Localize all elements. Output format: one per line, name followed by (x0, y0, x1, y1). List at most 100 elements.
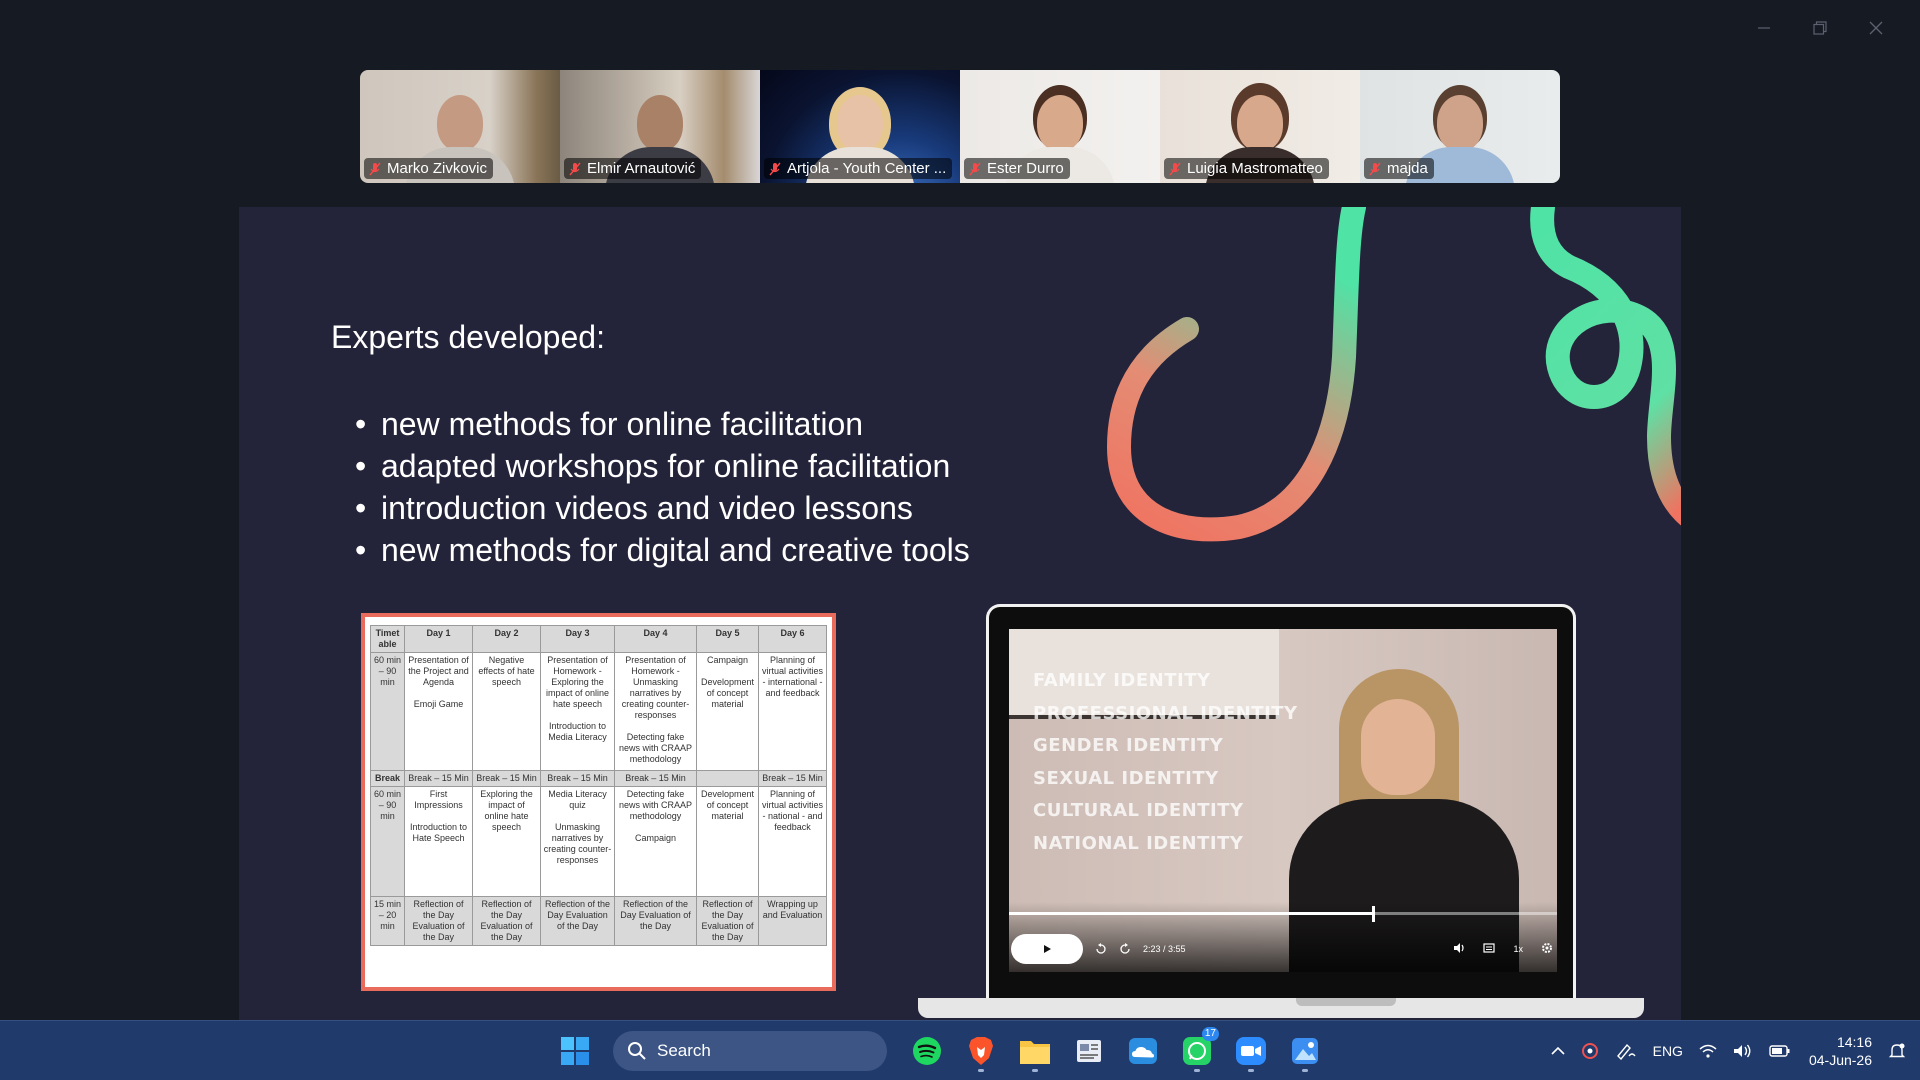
timetable-cell: Presentation of Homework - Unmasking nar… (614, 652, 697, 771)
timetable-row: Break Break – 15 Min Break – 15 Min Brea… (370, 770, 827, 787)
play-button[interactable] (1011, 934, 1083, 964)
muted-mic-icon (768, 162, 782, 176)
window-controls (1736, 14, 1904, 42)
timetable-cell: Reflection of the Day Evaluation of the … (404, 896, 473, 946)
rewind-button[interactable] (1095, 943, 1107, 955)
timetable-cell: Break – 15 Min (472, 770, 541, 787)
whatsapp-app[interactable]: 17 (1175, 1027, 1219, 1073)
timetable-row: 15 min – 20 min Reflection of the Day Ev… (370, 896, 827, 946)
timetable-cell: Reflection of the Day Evaluation of the … (472, 896, 541, 946)
bullet-list: new methods for online facilitation adap… (355, 403, 970, 571)
timetable-cell: Reflection of the Day Evaluation of the … (614, 896, 697, 946)
muted-mic-icon (1368, 162, 1382, 176)
playback-speed[interactable]: 1x (1513, 944, 1523, 954)
participant-tile[interactable]: Artjola - Youth Center ... (760, 70, 960, 183)
close-button[interactable] (1848, 14, 1904, 42)
video-scrubber[interactable] (1372, 906, 1376, 922)
timetable-row: 60 min – 90 min First Impressions Introd… (370, 786, 827, 897)
presenter (1361, 699, 1435, 795)
play-icon (1044, 945, 1051, 953)
folder-icon (1020, 1041, 1050, 1064)
forward-icon (1120, 943, 1130, 954)
clock[interactable]: 14:16 04-Jun-26 (1809, 1033, 1872, 1069)
onedrive-app[interactable] (1121, 1029, 1165, 1073)
brave-icon (969, 1037, 993, 1065)
spotify-app[interactable] (905, 1029, 949, 1073)
start-button[interactable] (553, 1029, 597, 1073)
settings-icon[interactable] (1541, 942, 1553, 957)
timetable-cell: Break – 15 Min (758, 770, 827, 787)
participant-tile[interactable]: Elmir Arnautović (560, 70, 760, 183)
minimize-icon (1758, 27, 1770, 29)
participant-name-tag: Marko Zivkovic (364, 158, 494, 179)
volume-tray-icon[interactable] (1733, 1043, 1753, 1059)
bullet-item: new methods for digital and creative too… (355, 529, 970, 571)
minimize-button[interactable] (1736, 14, 1792, 42)
timetable-row: 60 min – 90 min Presentation of the Proj… (370, 652, 827, 771)
participant-tile[interactable]: majda (1360, 70, 1560, 183)
laptop-mockup: FAMILY IDENTITY PROFESSIONAL IDENTITY GE… (918, 604, 1644, 1020)
timetable-header-cell: Day 1 (404, 625, 473, 653)
timetable-header-cell: Day 5 (696, 625, 759, 653)
taskbar: Search 17 ENG 14:16 04-Jun-26 (0, 1020, 1920, 1080)
language-indicator[interactable]: ENG (1653, 1043, 1683, 1059)
participant-tile[interactable]: Luigia Mastromatteo (1160, 70, 1360, 183)
video-player[interactable]: FAMILY IDENTITY PROFESSIONAL IDENTITY GE… (1009, 629, 1557, 972)
pen-icon (1616, 1043, 1636, 1060)
forward-button[interactable] (1119, 943, 1131, 955)
video-controls: 2:23 / 3:55 1x (1009, 934, 1557, 964)
zoom-icon (1236, 1037, 1266, 1065)
timetable-cell: 15 min – 20 min (370, 896, 405, 946)
clock-date: 04-Jun-26 (1808, 1052, 1872, 1068)
pen-input-button[interactable] (1615, 1042, 1637, 1060)
volume-icon[interactable] (1453, 942, 1465, 957)
notification-bell-icon (1888, 1043, 1906, 1058)
participant-strip: Marko Zivkovic Elmir Arnautović Artjola … (360, 70, 1560, 183)
news-icon (1077, 1040, 1101, 1062)
timetable-cell: Planning of virtual activities - interna… (758, 652, 827, 771)
timetable-cell: Detecting fake news with CRAAP methodolo… (614, 786, 697, 897)
battery-icon[interactable] (1769, 1044, 1791, 1058)
participant-name-tag: Ester Durro (964, 158, 1070, 179)
participant-name-tag: majda (1364, 158, 1434, 179)
participant-name-tag: Luigia Mastromatteo (1164, 158, 1329, 179)
chevron-up-icon (1551, 1046, 1565, 1055)
file-explorer-app[interactable] (1013, 1029, 1057, 1073)
show-hidden-icons-button[interactable] (1551, 1046, 1565, 1056)
participant-tile[interactable]: Marko Zivkovic (360, 70, 560, 183)
slide-title: Experts developed: (331, 319, 605, 355)
laptop-screen: FAMILY IDENTITY PROFESSIONAL IDENTITY GE… (986, 604, 1576, 1004)
timetable-cell: 60 min – 90 min (370, 786, 405, 897)
muted-mic-icon (568, 162, 582, 176)
timetable-cell: Break (370, 770, 405, 787)
timetable-cell: Break – 15 Min (540, 770, 615, 787)
news-app[interactable] (1067, 1029, 1111, 1073)
timetable-header-cell: Day 6 (758, 625, 827, 653)
wifi-icon[interactable] (1699, 1044, 1717, 1058)
timetable-cell: Exploring the impact of online hate spee… (472, 786, 541, 897)
video-progress-bar[interactable] (1009, 912, 1557, 915)
brave-app[interactable] (959, 1029, 1003, 1073)
restore-icon (1813, 21, 1827, 35)
zoom-app[interactable] (1229, 1029, 1273, 1073)
bullet-item: new methods for online facilitation (355, 403, 970, 445)
participant-tile[interactable]: Ester Durro (960, 70, 1160, 183)
notification-badge: 17 (1201, 1027, 1219, 1041)
notification-center-button[interactable] (1888, 1042, 1906, 1060)
captions-icon[interactable] (1483, 942, 1496, 957)
timetable: Timet able Day 1 Day 2 Day 3 Day 4 Day 5… (370, 625, 827, 946)
timetable-header-cell: Day 3 (540, 625, 615, 653)
taskbar-search[interactable]: Search (613, 1031, 887, 1071)
timetable-cell: Break – 15 Min (404, 770, 473, 787)
search-icon (628, 1042, 646, 1060)
muted-mic-icon (1168, 162, 1182, 176)
bullet-item: adapted workshops for online facilitatio… (355, 445, 970, 487)
bullet-item: introduction videos and video lessons (355, 487, 970, 529)
tray-app-icon[interactable] (1581, 1042, 1599, 1060)
timetable-cell: Planning of virtual activities - nationa… (758, 786, 827, 897)
muted-mic-icon (968, 162, 982, 176)
timetable-cell: 60 min – 90 min (370, 652, 405, 771)
muted-mic-icon (368, 162, 382, 176)
restore-button[interactable] (1792, 14, 1848, 42)
photos-app[interactable] (1283, 1029, 1327, 1073)
